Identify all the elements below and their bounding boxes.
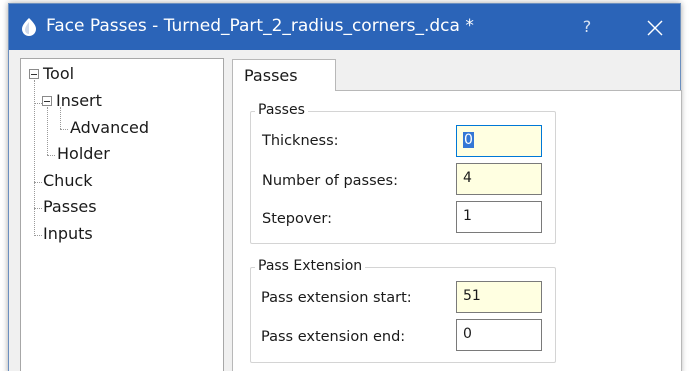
pass-extension-start-input[interactable]: 51 [456, 281, 542, 313]
tree-connector [34, 208, 42, 209]
navigation-tree: Tool Insert Advanced Holder Chuck Passes… [20, 58, 224, 371]
pass-extension-end-label: Pass extension end: [261, 329, 406, 345]
face-passes-dialog: Face Passes - Turned_Part_2_radius_corne… [8, 3, 682, 371]
thickness-input[interactable]: 0 [456, 125, 542, 157]
tree-item-inputs[interactable]: Inputs [43, 224, 93, 243]
tree-item-chuck[interactable]: Chuck [43, 171, 93, 190]
tree-item-passes[interactable]: Passes [43, 197, 97, 216]
pass-extension-start-label: Pass extension start: [261, 290, 412, 306]
passes-tab-page: Passes Thickness: 0 Number of passes: 4 … [232, 90, 682, 371]
title-bar[interactable]: Face Passes - Turned_Part_2_radius_corne… [9, 4, 680, 50]
tree-item-holder[interactable]: Holder [57, 144, 110, 163]
group-title: Passes [255, 102, 308, 118]
tree-connector [34, 103, 42, 104]
tree-connector [47, 155, 55, 156]
tree-item-advanced[interactable]: Advanced [70, 118, 149, 137]
tree-connector [47, 107, 48, 155]
tree-item-insert[interactable]: Insert [56, 91, 102, 110]
tree-item-tool[interactable]: Tool [43, 64, 74, 83]
tree-connector [60, 129, 68, 130]
stepover-input[interactable]: 1 [456, 201, 542, 233]
pass-extension-group: Pass Extension Pass extension start: 51 … [250, 258, 556, 363]
group-title: Pass Extension [255, 258, 366, 274]
number-of-passes-label: Number of passes: [262, 173, 399, 189]
pass-extension-end-input[interactable]: 0 [456, 319, 542, 351]
close-button[interactable] [636, 12, 672, 42]
tree-connector [34, 182, 42, 183]
tab-passes[interactable]: Passes [232, 59, 336, 91]
thickness-label: Thickness: [262, 133, 339, 149]
number-of-passes-input[interactable]: 4 [456, 163, 542, 195]
collapse-icon[interactable] [29, 69, 39, 79]
help-button[interactable]: ? [576, 16, 598, 38]
passes-group: Passes Thickness: 0 Number of passes: 4 … [250, 102, 556, 244]
window-title: Face Passes - Turned_Part_2_radius_corne… [46, 16, 474, 36]
tree-connector [34, 235, 42, 236]
selected-text: 0 [463, 132, 474, 148]
tree-connector [60, 107, 61, 129]
close-icon [647, 20, 663, 36]
stepover-label: Stepover: [262, 211, 332, 227]
collapse-icon[interactable] [42, 96, 52, 106]
app-icon [22, 18, 36, 36]
